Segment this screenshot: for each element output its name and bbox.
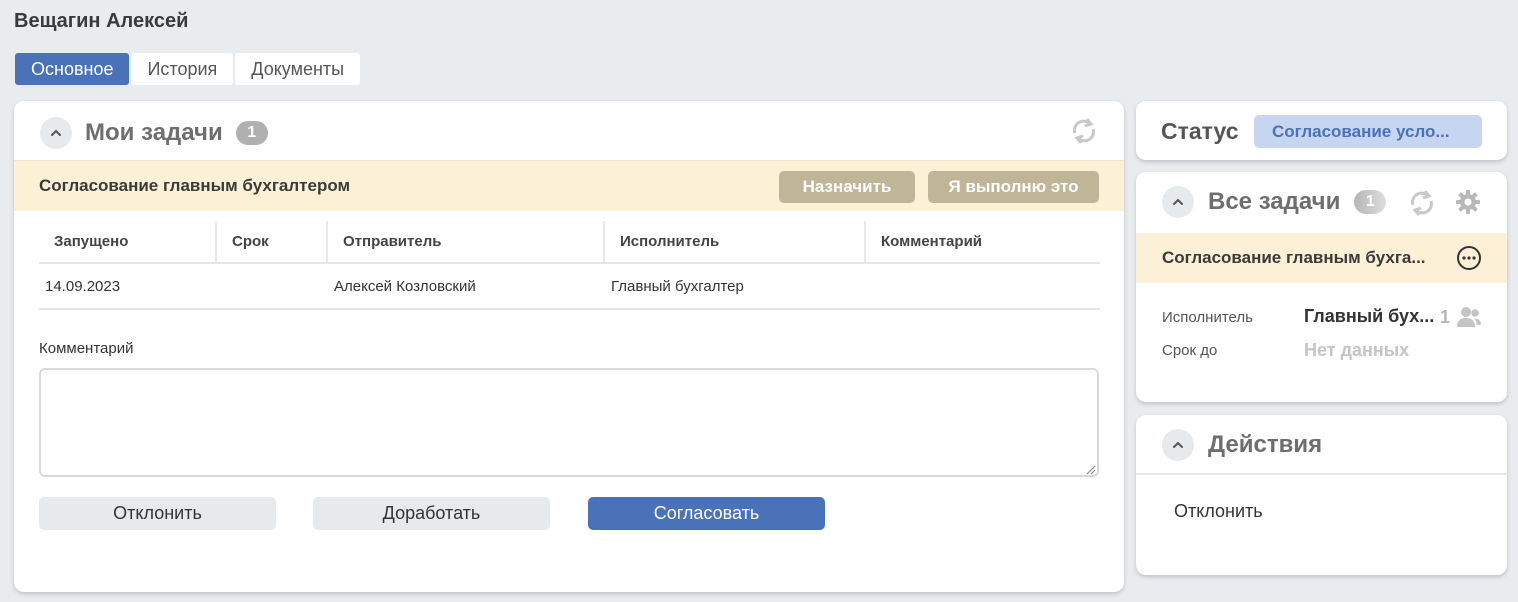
cell-comment: [866, 264, 1100, 308]
my-tasks-count-badge: 1: [235, 121, 268, 145]
tab-documents[interactable]: Документы: [235, 53, 361, 85]
chevron-up-icon: [51, 129, 61, 136]
cell-executor: Главный бухгалтер: [611, 277, 744, 295]
cell-started: 14.09.2023: [45, 277, 121, 295]
collapse-my-tasks-button[interactable]: [40, 117, 72, 149]
executor-count: 1: [1440, 307, 1451, 327]
deadline-value: Нет данных: [1304, 340, 1410, 360]
more-icon[interactable]: [1456, 245, 1482, 271]
refresh-icon: [1073, 118, 1095, 144]
collapse-all-tasks-button[interactable]: [1162, 186, 1194, 218]
column-header-comment: Комментарий: [881, 233, 983, 250]
reject-button[interactable]: Отклонить: [39, 497, 276, 530]
do-it-button[interactable]: Я выполню это: [928, 171, 1099, 203]
collapse-actions-button[interactable]: [1162, 429, 1194, 461]
all-tasks-panel: Все задачи 1 Согласование главным бухга.…: [1136, 172, 1507, 402]
all-tasks-count-badge: 1: [1354, 190, 1387, 214]
all-tasks-task-title: Согласование главным бухга...: [1162, 248, 1426, 267]
all-tasks-header: Все задачи 1: [1162, 186, 1387, 218]
tasks-table: Запущено Срок Отправитель Исполнитель Ко…: [39, 221, 1100, 310]
table-row[interactable]: 14.09.2023 Алексей Козловский Главный бу…: [39, 264, 1100, 310]
deadline-label: Срок до: [1162, 342, 1218, 359]
executor-value: Главный бух...: [1304, 306, 1435, 326]
column-header-executor: Исполнитель: [605, 221, 866, 262]
table-header: Запущено Срок Отправитель Исполнитель Ко…: [39, 221, 1100, 264]
my-tasks-panel: Мои задачи 1 Согласование главным бухгал…: [14, 101, 1124, 592]
status-badge[interactable]: Согласование усло...: [1254, 115, 1482, 148]
column-header-sender: Отправитель: [328, 221, 605, 262]
page-title: Вещагин Алексей: [14, 10, 189, 32]
approve-button[interactable]: Согласовать: [588, 497, 825, 530]
cell-sender: Алексей Козловский: [334, 277, 476, 295]
chevron-up-icon: [1173, 441, 1183, 448]
refresh-my-tasks-button[interactable]: [1070, 117, 1098, 145]
gear-icon: [1456, 190, 1480, 214]
cell-deadline: [217, 264, 328, 308]
comment-input[interactable]: [39, 368, 1099, 477]
refresh-all-tasks-button[interactable]: [1408, 189, 1436, 217]
divider: [1136, 473, 1507, 475]
tab-main[interactable]: Основное: [15, 53, 130, 85]
status-label: Статус: [1161, 118, 1239, 144]
my-tasks-header: Мои задачи 1: [40, 117, 268, 149]
comment-label: Комментарий: [39, 340, 134, 357]
actions-title: Действия: [1208, 431, 1323, 458]
chevron-up-icon: [1173, 198, 1183, 205]
executor-label: Исполнитель: [1162, 309, 1253, 326]
all-tasks-task-bar[interactable]: Согласование главным бухга...: [1136, 233, 1507, 283]
column-header-started: Запущено: [39, 221, 217, 262]
actions-header: Действия: [1162, 429, 1322, 461]
action-reject[interactable]: Отклонить: [1174, 501, 1263, 522]
task-bar: Согласование главным бухгалтером Назначи…: [14, 160, 1124, 211]
my-tasks-title: Мои задачи: [85, 119, 223, 146]
refresh-icon: [1411, 190, 1433, 216]
resize-grip-icon[interactable]: [1084, 463, 1096, 475]
tab-history[interactable]: История: [131, 53, 234, 85]
column-header-deadline: Срок: [217, 221, 328, 262]
status-panel: Статус Согласование усло...: [1136, 101, 1507, 160]
people-icon[interactable]: [1456, 306, 1482, 328]
actions-panel: Действия Отклонить: [1136, 415, 1507, 575]
settings-button[interactable]: [1454, 188, 1482, 216]
rework-button[interactable]: Доработать: [313, 497, 550, 530]
all-tasks-title: Все задачи: [1208, 188, 1341, 215]
assign-button[interactable]: Назначить: [779, 171, 915, 203]
task-title: Согласование главным бухгалтером: [39, 176, 351, 195]
tab-bar: Основное История Документы: [15, 53, 361, 85]
